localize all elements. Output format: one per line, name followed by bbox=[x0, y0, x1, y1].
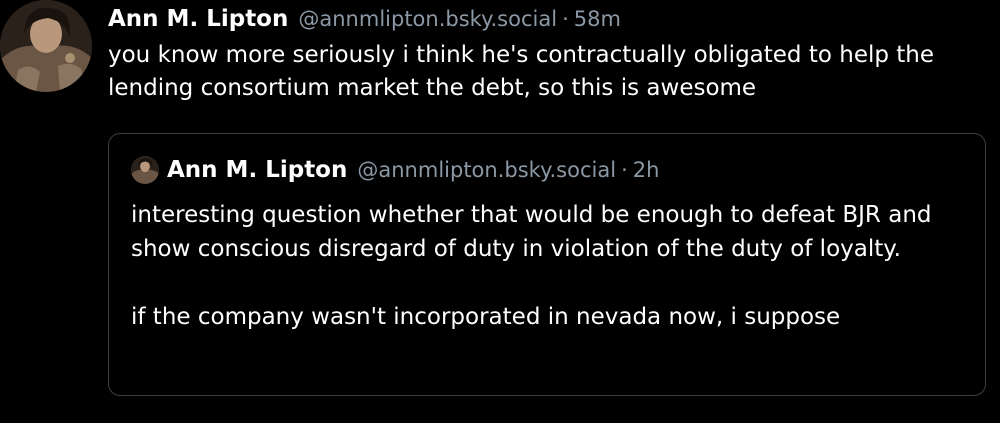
quoted-post-header: Ann M. Lipton @annmlipton.bsky.social · … bbox=[131, 156, 659, 184]
separator: · bbox=[562, 7, 569, 31]
post-header: Ann M. Lipton @annmlipton.bsky.social · … bbox=[108, 2, 993, 36]
post: Ann M. Lipton @annmlipton.bsky.social · … bbox=[0, 0, 1000, 423]
quoted-author-avatar bbox=[131, 156, 159, 184]
author-avatar[interactable] bbox=[0, 0, 92, 92]
post-time[interactable]: 58m bbox=[574, 2, 621, 36]
quoted-author-handle: @annmlipton.bsky.social bbox=[357, 158, 617, 182]
quoted-post-time: 2h bbox=[632, 158, 660, 182]
quoted-author-name: Ann M. Lipton bbox=[167, 157, 348, 183]
user-avatar-icon bbox=[131, 156, 159, 184]
quoted-post-text: interesting question whether that would … bbox=[131, 202, 932, 330]
quoted-post[interactable]: Ann M. Lipton @annmlipton.bsky.social · … bbox=[108, 133, 986, 396]
separator: · bbox=[621, 158, 628, 182]
post-text: you know more seriously i think he's con… bbox=[108, 42, 942, 101]
post-content: Ann M. Lipton @annmlipton.bsky.social · … bbox=[108, 2, 993, 105]
author-name[interactable]: Ann M. Lipton bbox=[108, 2, 288, 36]
author-handle[interactable]: @annmlipton.bsky.social bbox=[298, 2, 557, 36]
user-avatar-icon bbox=[0, 0, 92, 92]
